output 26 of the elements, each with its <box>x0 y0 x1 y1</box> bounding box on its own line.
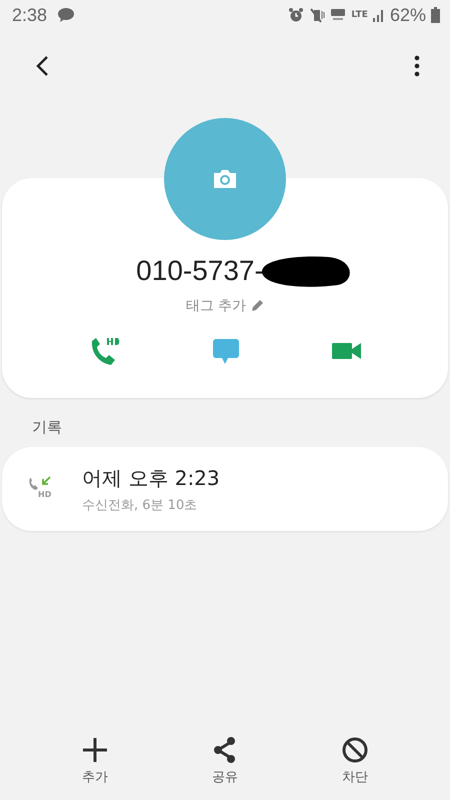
phone-number: 010-5737- <box>136 255 264 287</box>
more-icon <box>414 55 420 77</box>
back-icon <box>34 55 50 77</box>
alarm-icon <box>288 7 304 23</box>
vibrate-mute-icon <box>309 7 326 23</box>
block-icon <box>341 736 369 764</box>
block-button[interactable]: 차단 <box>331 732 379 790</box>
hd-voice-icon <box>330 8 346 22</box>
signal-icon <box>372 8 385 22</box>
battery-icon <box>431 7 440 23</box>
call-log-entry[interactable]: HD 어제 오후 2:23 수신전화, 6분 10초 <box>2 447 448 531</box>
section-heading: 기록 <box>32 418 63 437</box>
share-button[interactable]: 공유 <box>201 732 249 790</box>
add-button[interactable]: 추가 <box>71 732 119 790</box>
add-tag-button[interactable]: 태그 추가 <box>184 295 266 317</box>
network-type: LTE <box>351 10 368 20</box>
call-time: 어제 오후 2:23 <box>82 464 220 492</box>
plus-icon <box>81 736 109 764</box>
video-camera-icon <box>330 341 363 361</box>
status-time: 2:38 <box>12 4 48 26</box>
chat-bubble-icon <box>58 8 74 22</box>
message-icon <box>212 337 240 365</box>
battery-percent: 62% <box>390 4 426 26</box>
camera-icon <box>212 168 238 190</box>
pencil-icon <box>250 299 264 313</box>
call-detail: 수신전화, 6분 10초 <box>82 496 198 514</box>
